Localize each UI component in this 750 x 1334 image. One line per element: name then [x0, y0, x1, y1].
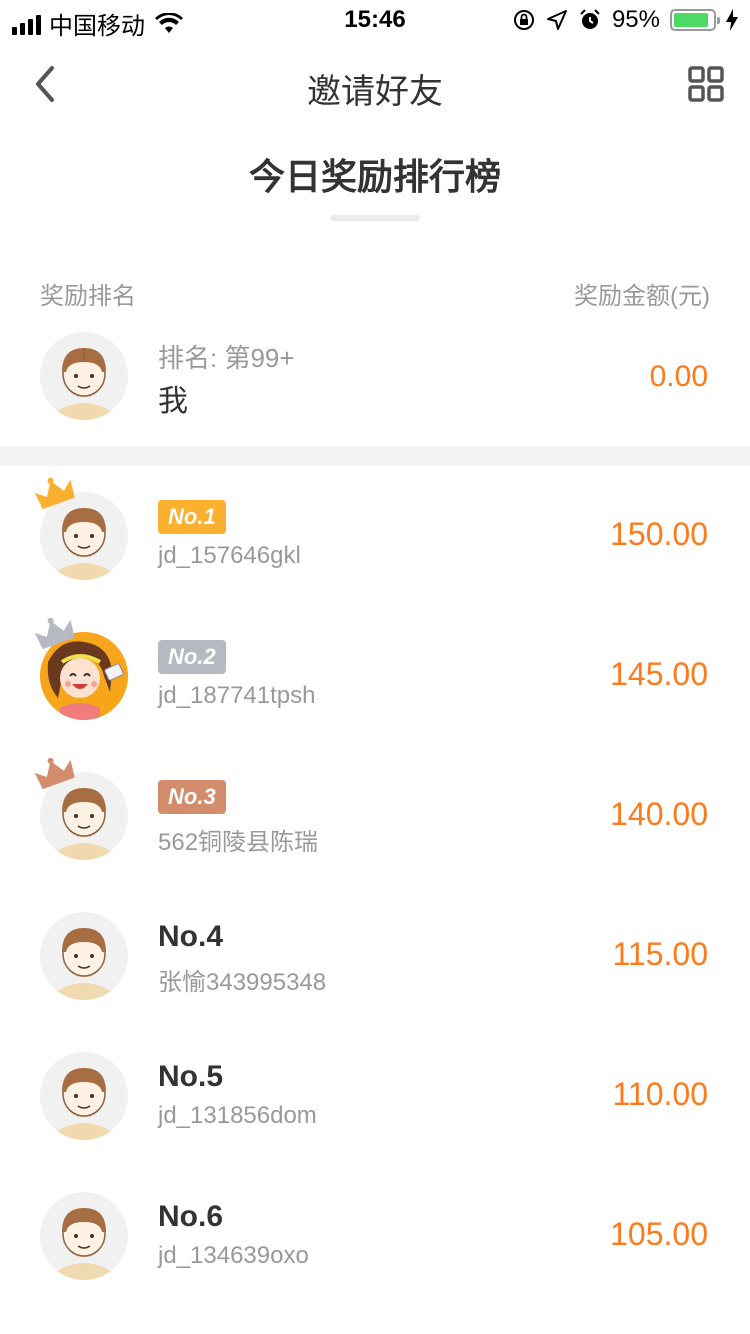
default-avatar-icon: [40, 1192, 128, 1280]
reward-amount: 115.00: [612, 936, 709, 972]
default-avatar-icon: [40, 912, 128, 1000]
nav-bar: 邀请好友: [0, 40, 750, 128]
reward-amount: 140.00: [610, 796, 708, 832]
username: jd_187741tpsh: [158, 682, 316, 709]
leaderboard-row: No.6 jd_134639oxo 105.00: [0, 1166, 750, 1306]
rank-badge: No.1: [158, 500, 226, 534]
column-amount-header: 奖励金额(元): [574, 283, 710, 310]
default-avatar-icon: [40, 1052, 128, 1140]
my-amount: 0.00: [649, 360, 708, 393]
battery-icon: [670, 9, 720, 31]
leaderboard-row: No.1 jd_157646gkl 150.00: [0, 466, 750, 606]
column-rank-header: 奖励排名: [40, 283, 136, 310]
charging-icon: [726, 9, 738, 31]
column-headers: 奖励排名 奖励金额(元): [0, 276, 750, 310]
silver-crown-icon: [34, 617, 75, 650]
default-avatar-icon: [40, 332, 128, 420]
reward-amount: 150.00: [610, 516, 708, 552]
leaderboard-row: No.5 jd_131856dom 110.00: [0, 1026, 750, 1166]
alarm-icon: [580, 9, 600, 29]
location-arrow-icon: [546, 10, 567, 30]
leaderboard-title: 今日奖励排行榜: [248, 156, 501, 197]
username: jd_157646gkl: [158, 542, 301, 569]
rank-badge: No.2: [158, 640, 226, 674]
my-rank-label: 排名: 第99+: [158, 343, 295, 373]
orientation-lock-icon: [513, 10, 534, 30]
rank-number: No.5: [158, 1060, 224, 1093]
leaderboard-row: No.3 562铜陵县陈瑞 140.00: [0, 746, 750, 886]
bronze-crown-icon: [34, 757, 75, 790]
reward-amount: 110.00: [612, 1076, 709, 1112]
gold-crown-icon: [34, 477, 75, 510]
avatar: [40, 1052, 128, 1140]
username: 张愉343995348: [158, 969, 327, 996]
battery-fill: [674, 13, 709, 27]
section-divider: [0, 446, 750, 466]
my-name: 我: [158, 385, 188, 418]
username: jd_134639oxo: [158, 1242, 309, 1269]
qr-grid-icon[interactable]: [688, 66, 724, 102]
leaderboard-row: No.2 jd_187741tpsh 145.00: [0, 606, 750, 746]
username: jd_131856dom: [158, 1102, 317, 1129]
rank-number: No.6: [158, 1200, 224, 1233]
leaderboard-row: No.4 张愉343995348 115.00: [0, 886, 750, 1026]
username: 562铜陵县陈瑞: [158, 829, 319, 856]
page-title: 邀请好友: [307, 73, 443, 111]
title-underline: [330, 215, 420, 221]
rank-number: No.4: [158, 920, 224, 953]
avatar: [40, 912, 128, 1000]
my-rank-row: 排名: 第99+ 我 0.00: [0, 318, 750, 434]
status-right: 95%: [512, 6, 738, 34]
status-bar: 中国移动 15:46 95%: [0, 0, 750, 40]
reward-amount: 145.00: [610, 656, 708, 692]
battery-percent: 95%: [611, 6, 660, 33]
rank-badge: No.3: [158, 780, 226, 814]
avatar: [40, 332, 128, 420]
reward-amount: 105.00: [610, 1216, 708, 1252]
avatar: [40, 1192, 128, 1280]
